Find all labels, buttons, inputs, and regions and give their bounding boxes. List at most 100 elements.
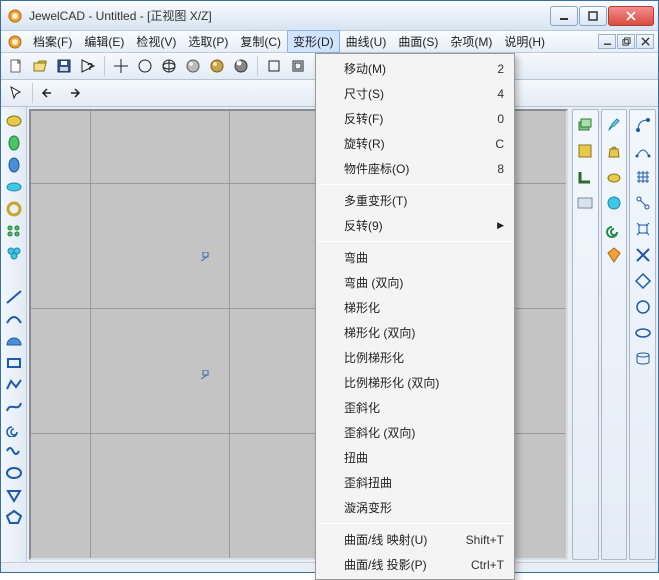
menu-item-label: 歪斜化 (双向)	[344, 424, 415, 441]
menu-item[interactable]: 多重变形(T)	[316, 188, 514, 213]
close-button[interactable]	[608, 6, 654, 26]
sphere-color-button[interactable]	[206, 55, 228, 77]
line-icon[interactable]	[3, 287, 25, 307]
swirl-icon[interactable]	[603, 218, 625, 240]
menu-item[interactable]: 物件座标(O)8	[316, 156, 514, 181]
shape-ellipse-cyan-icon[interactable]	[3, 177, 25, 197]
ellipse-outline-icon[interactable]	[3, 463, 25, 483]
brush-icon[interactable]	[603, 114, 625, 136]
wave-icon[interactable]	[3, 441, 25, 461]
menu-item-label: 尺寸(S)	[344, 85, 384, 102]
menu-item[interactable]: 比例梯形化	[316, 345, 514, 370]
menu-检视v[interactable]: 检视(V)	[130, 30, 182, 53]
expand-icon[interactable]	[632, 218, 654, 240]
gem-icon[interactable]	[603, 244, 625, 266]
menu-item[interactable]: 弯曲 (双向)	[316, 270, 514, 295]
menu-item[interactable]: 移动(M)2	[316, 56, 514, 81]
corner-icon[interactable]	[574, 166, 596, 188]
menu-杂项m[interactable]: 杂项(M)	[444, 30, 498, 53]
menu-item[interactable]: 旋转(R)C	[316, 131, 514, 156]
deform-menu-dropdown: 移动(M)2尺寸(S)4反转(F)0旋转(R)C物件座标(O)8多重变形(T)反…	[315, 53, 515, 580]
menu-item[interactable]: 比例梯形化 (双向)	[316, 370, 514, 395]
menu-item-label: 梯形化 (双向)	[344, 324, 415, 341]
menu-选取p[interactable]: 选取(P)	[182, 30, 234, 53]
ellipse-outline-icon[interactable]	[632, 322, 654, 344]
menu-item[interactable]: 弯曲	[316, 245, 514, 270]
arc-blue-icon[interactable]	[3, 309, 25, 329]
globe-button[interactable]	[158, 55, 180, 77]
menu-编辑e[interactable]: 编辑(E)	[78, 30, 130, 53]
undo-button[interactable]	[38, 82, 60, 104]
cursor-button[interactable]	[5, 82, 27, 104]
view-box-button[interactable]	[263, 55, 285, 77]
mdi-restore-button[interactable]	[617, 34, 635, 49]
dots-green-icon[interactable]	[3, 221, 25, 241]
menu-曲线u[interactable]: 曲线(U)	[340, 30, 393, 53]
sphere-shade-button[interactable]	[182, 55, 204, 77]
rect-blue-icon[interactable]	[3, 353, 25, 373]
spiral-icon[interactable]	[3, 419, 25, 439]
toolbar-separator	[257, 56, 258, 76]
sphere-shiny-button[interactable]	[230, 55, 252, 77]
menu-item[interactable]: 歪斜扭曲	[316, 470, 514, 495]
menu-item-label: 漩涡变形	[344, 499, 392, 516]
open-file-button[interactable]	[29, 55, 51, 77]
rhombus-icon[interactable]	[632, 270, 654, 292]
menu-item[interactable]: 曲面/线 映射(U)Shift+T	[316, 527, 514, 552]
menu-item[interactable]: 梯形化	[316, 295, 514, 320]
menu-档案f[interactable]: 档案(F)	[27, 30, 78, 53]
ring-yellow-icon[interactable]	[3, 199, 25, 219]
color-swatch-icon[interactable]	[574, 140, 596, 162]
menu-item[interactable]: 歪斜化	[316, 395, 514, 420]
menu-item[interactable]: 尺寸(S)4	[316, 81, 514, 106]
circle-outline-icon[interactable]	[632, 296, 654, 318]
redo-button[interactable]	[62, 82, 84, 104]
pentagon-icon[interactable]	[3, 507, 25, 527]
shape-oval-blue-icon[interactable]	[3, 155, 25, 175]
mdi-minimize-button[interactable]	[598, 34, 616, 49]
polyline-icon[interactable]	[3, 375, 25, 395]
menu-item[interactable]: 反转(9)▶	[316, 213, 514, 238]
menu-说明h[interactable]: 说明(H)	[498, 30, 551, 53]
menu-item-label: 反转(9)	[344, 217, 383, 234]
menu-曲面s[interactable]: 曲面(S)	[392, 30, 444, 53]
arc-nodes-icon[interactable]	[632, 140, 654, 162]
triangle-down-icon[interactable]	[3, 485, 25, 505]
menu-item[interactable]: 曲面/线 投影(P)Ctrl+T	[316, 552, 514, 577]
mdi-close-button[interactable]	[636, 34, 654, 49]
menu-item[interactable]: 歪斜化 (双向)	[316, 420, 514, 445]
menu-item[interactable]: 反转(F)0	[316, 106, 514, 131]
new-file-button[interactable]	[5, 55, 27, 77]
menu-items: 档案(F)编辑(E)检视(V)选取(P)复制(C)变形(D)曲线(U)曲面(S)…	[27, 30, 551, 53]
curve-icon[interactable]	[3, 397, 25, 417]
menu-变形d[interactable]: 变形(D)	[287, 30, 340, 53]
cluster-cyan-icon[interactable]	[3, 243, 25, 263]
bag-icon[interactable]	[603, 140, 625, 162]
circle-outline-button[interactable]	[134, 55, 156, 77]
crosshair-button[interactable]	[110, 55, 132, 77]
layers-icon[interactable]	[574, 114, 596, 136]
half-circle-icon[interactable]	[3, 331, 25, 351]
connect-icon[interactable]	[632, 192, 654, 214]
cross-icon[interactable]	[632, 244, 654, 266]
smudge-icon[interactable]	[603, 166, 625, 188]
menu-item-shortcut: Ctrl+T	[471, 558, 504, 572]
mesh-icon[interactable]	[632, 166, 654, 188]
sphere-cyan-icon[interactable]	[603, 192, 625, 214]
menu-item[interactable]: 梯形化 (双向)	[316, 320, 514, 345]
panel-icon[interactable]	[574, 192, 596, 214]
shape-ellipse-yellow-icon[interactable]	[3, 111, 25, 131]
menu-item-label: 弯曲	[344, 249, 368, 266]
maximize-button[interactable]	[579, 6, 607, 26]
menu-item[interactable]: 扭曲	[316, 445, 514, 470]
menu-item[interactable]: 漩涡变形	[316, 495, 514, 520]
shape-oval-green-icon[interactable]	[3, 133, 25, 153]
tube-icon[interactable]	[632, 348, 654, 370]
view-box2-button[interactable]	[287, 55, 309, 77]
menu-复制c[interactable]: 复制(C)	[234, 30, 287, 53]
help-button[interactable]: ?	[77, 55, 99, 77]
save-button[interactable]	[53, 55, 75, 77]
minimize-button[interactable]	[550, 6, 578, 26]
left-toolbar	[1, 107, 27, 562]
node-path-icon[interactable]	[632, 114, 654, 136]
